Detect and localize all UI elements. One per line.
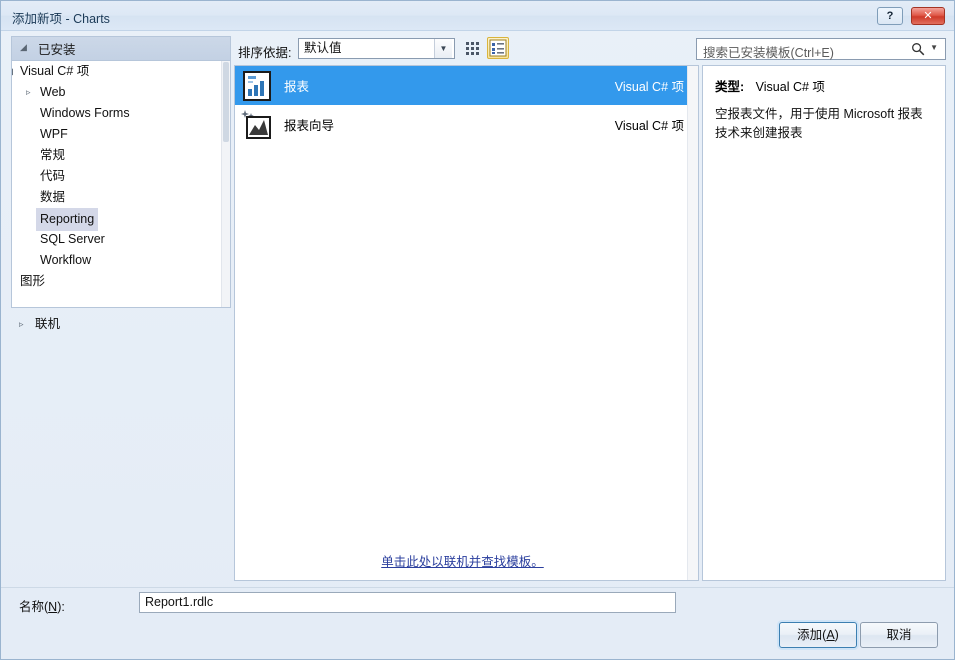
template-category-tree[interactable]: Visual C# 项 Web Windows Forms WPF 常规代码数据 Repo… [11, 60, 231, 308]
search-input[interactable]: 搜索已安装模板(Ctrl+E) [703, 42, 834, 61]
installed-header-label: 已安装 [38, 43, 76, 57]
add-button-suffix: ) [834, 628, 839, 642]
close-button[interactable]: ✕ [911, 7, 945, 25]
chevron-expanded-icon [20, 42, 30, 53]
tree-node-6[interactable]: 数据 [12, 187, 230, 208]
detail-type-label: 类型: [715, 80, 745, 94]
sort-by-dropdown[interactable]: 默认值 ▼ [298, 38, 455, 59]
tree-node-label: Windows Forms [40, 106, 130, 120]
tree-node-8[interactable]: SQL Server [12, 229, 230, 250]
chevron-down-icon[interactable]: ▼ [434, 39, 452, 58]
tree-node-online-label: 联机 [35, 317, 61, 331]
add-button[interactable]: 添加(A) [779, 622, 857, 648]
template-details-panel: 类型: Visual C# 项 空报表文件，用于使用 Microsoft 报表技… [702, 65, 946, 581]
add-button-accel: A [826, 628, 835, 642]
tree-scrollbar-thumb[interactable] [223, 62, 229, 142]
tree-node-0[interactable]: Visual C# 项 [12, 61, 230, 82]
tree-node-label: 图形 [20, 274, 46, 288]
list-item-name: 报表向导 [284, 119, 335, 133]
chevron-expanded-icon[interactable] [12, 61, 16, 82]
footer-divider [1, 587, 954, 588]
online-templates-link[interactable]: 单击此处以联机并查找模板。 [381, 555, 544, 569]
tree-node-label: 常规 [40, 148, 66, 162]
tree-node-online[interactable]: 联机 [11, 313, 231, 335]
chevron-right-icon [19, 313, 29, 335]
list-item[interactable]: 报表向导 Visual C# 项 [235, 105, 698, 144]
name-label: 名称(N): [19, 596, 65, 615]
window-title: 添加新项 - Charts [12, 12, 110, 26]
detail-description: 空报表文件，用于使用 Microsoft 报表技术来创建报表 [715, 107, 923, 140]
add-new-item-dialog: 添加新项 - Charts ? ✕ 已安装 Visual C# 项 Web Wind… [0, 0, 955, 660]
tree-node-label: 数据 [40, 190, 66, 204]
tree-node-label: Reporting [36, 208, 99, 231]
tree-node-3[interactable]: WPF [12, 124, 230, 145]
name-label-suffix: ): [57, 600, 65, 614]
list-item-kind: Visual C# 项 [614, 119, 684, 133]
tree-node-label: Visual C# 项 [20, 64, 90, 78]
tree-node-1[interactable]: Web [12, 82, 230, 103]
report-chart-icon [241, 70, 273, 102]
sort-by-value: 默认值 [304, 41, 342, 55]
name-label-accel: N [48, 600, 58, 614]
tree-node-2[interactable]: Windows Forms [12, 103, 230, 124]
tree-node-7[interactable]: Reporting [12, 208, 230, 231]
installed-header[interactable]: 已安装 [11, 36, 231, 60]
installed-templates-panel: 已安装 Visual C# 项 Web Windows Forms WPF 常规代码数据… [11, 36, 231, 581]
list-item-name: 报表 [284, 80, 310, 94]
help-button[interactable]: ? [877, 7, 903, 25]
online-templates-link-container: 单击此处以联机并查找模板。 [235, 551, 690, 570]
list-view-button[interactable] [487, 37, 509, 59]
tree-node-label: SQL Server [40, 232, 105, 246]
search-box[interactable]: 搜索已安装模板(Ctrl+E) ▼ [696, 38, 946, 60]
detail-type-row: 类型: Visual C# 项 [715, 76, 933, 95]
tree-node-label: Web [40, 85, 66, 99]
chevron-right-icon[interactable] [26, 82, 36, 103]
cancel-button[interactable]: 取消 [860, 622, 938, 648]
tree-node-5[interactable]: 代码 [12, 166, 230, 187]
detail-type-value: Visual C# 项 [755, 80, 825, 94]
template-list[interactable]: 报表 Visual C# 项报表向导 Visual C# 项 单击此处以联机并查找模… [234, 65, 699, 581]
tree-node-9[interactable]: Workflow [12, 250, 230, 271]
tree-node-label: 代码 [40, 169, 66, 183]
report-wizard-icon [241, 109, 273, 141]
grid-view-button[interactable] [462, 37, 484, 59]
add-button-prefix: 添加( [797, 628, 827, 642]
grid-view-icon [466, 42, 479, 55]
list-item-kind: Visual C# 项 [614, 80, 684, 94]
tree-node-4[interactable]: 常规 [12, 145, 230, 166]
list-item[interactable]: 报表 Visual C# 项 [235, 66, 698, 105]
name-input[interactable]: Report1.rdlc [139, 592, 676, 613]
list-scrollbar[interactable] [687, 66, 698, 580]
tree-node-10[interactable]: 图形 [12, 271, 230, 292]
title-bar: 添加新项 - Charts ? ✕ [1, 1, 954, 31]
name-label-prefix: 名称( [19, 600, 49, 614]
list-view-icon [489, 39, 507, 57]
search-dropdown-icon[interactable]: ▼ [930, 43, 938, 52]
tree-node-label: WPF [40, 127, 68, 141]
search-icon [912, 43, 925, 56]
tree-scrollbar[interactable] [221, 61, 230, 307]
sort-by-label: 排序依据: [238, 46, 292, 60]
tree-node-label: Workflow [40, 253, 92, 267]
